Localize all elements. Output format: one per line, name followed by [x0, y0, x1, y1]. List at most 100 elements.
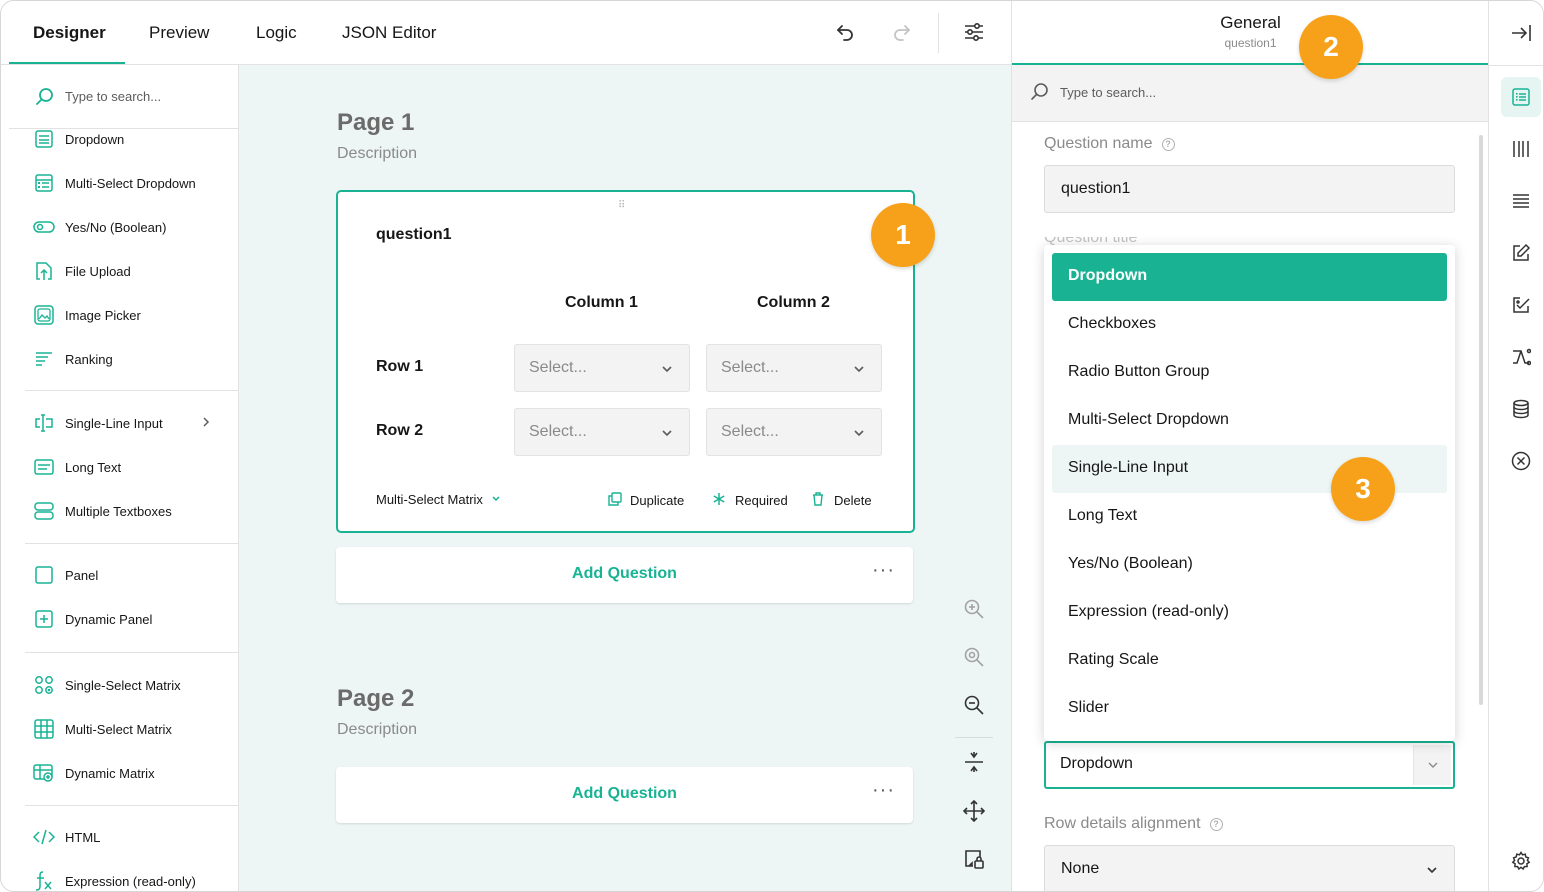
- page-1-description[interactable]: Description: [337, 145, 417, 163]
- toolbox-item-ranking[interactable]: Ranking: [25, 337, 225, 381]
- drag-handle-icon[interactable]: ⠿: [618, 200, 626, 211]
- dropdown-option[interactable]: Multi-Select Dropdown: [1052, 397, 1447, 445]
- toolbox-item-dropdown[interactable]: Dropdown: [25, 117, 225, 161]
- toolbox-item-multi-select-dropdown[interactable]: Multi-Select Dropdown: [25, 161, 225, 205]
- chevron-right-icon[interactable]: [201, 415, 211, 434]
- active-tab-indicator: [9, 62, 125, 64]
- question-type-selector[interactable]: Multi-Select Matrix: [376, 492, 501, 507]
- option-label: Rating Scale: [1068, 651, 1159, 668]
- page-2-description[interactable]: Description: [337, 721, 417, 739]
- toolbox-item-single-line-input[interactable]: Single-Line Input: [25, 401, 225, 445]
- property-search-placeholder: Type to search...: [1060, 85, 1157, 100]
- gear-icon[interactable]: [1501, 841, 1541, 881]
- cell-type-select[interactable]: Dropdown: [1044, 741, 1455, 789]
- delete-button[interactable]: Delete: [812, 492, 872, 509]
- input-value: question1: [1061, 180, 1131, 197]
- tab-preview[interactable]: Preview: [149, 1, 209, 65]
- dropdown-option[interactable]: Checkboxes: [1052, 301, 1447, 349]
- toolbox-item-dynamic-panel[interactable]: Dynamic Panel: [25, 597, 225, 641]
- clear-close-icon[interactable]: [1501, 441, 1541, 481]
- collapse-panel-icon[interactable]: [1501, 13, 1541, 53]
- scrollbar[interactable]: [1479, 135, 1483, 705]
- select-placeholder: Select...: [529, 423, 587, 440]
- property-search[interactable]: Type to search...: [1012, 65, 1488, 122]
- matrix-row-header: Row 2: [376, 422, 424, 439]
- toolbox-item-multi-select-matrix[interactable]: Multi-Select Matrix: [25, 707, 225, 751]
- tab-json-editor[interactable]: JSON Editor: [342, 1, 436, 65]
- matrix-cell-select[interactable]: Select...: [514, 408, 690, 456]
- add-question-button[interactable]: Add Question ···: [336, 767, 913, 823]
- question-name-input[interactable]: question1: [1044, 165, 1455, 213]
- duplicate-button[interactable]: Duplicate: [608, 492, 684, 509]
- general-category-icon[interactable]: [1501, 77, 1541, 117]
- toolbox-item-dynamic-matrix[interactable]: Dynamic Matrix: [25, 751, 225, 795]
- toolbox-item-single-select-matrix[interactable]: Single-Select Matrix: [25, 663, 225, 707]
- expand-all-icon[interactable]: [961, 798, 987, 824]
- more-options-icon[interactable]: ···: [872, 559, 895, 582]
- zoom-to-100-icon[interactable]: [961, 644, 987, 670]
- toolbox-item-multiple-textboxes[interactable]: Multiple Textboxes: [25, 489, 225, 533]
- columns-category-icon[interactable]: [1501, 129, 1541, 169]
- toolbox-item-file-upload[interactable]: File Upload: [25, 249, 225, 293]
- design-canvas: Page 1 Description ⠿ question1 Column 1 …: [239, 65, 1011, 891]
- logic-category-icon[interactable]: [1501, 337, 1541, 377]
- toolbox-item-label: Yes/No (Boolean): [65, 219, 167, 235]
- validation-category-icon[interactable]: [1501, 285, 1541, 325]
- sidebar-divider: [1489, 65, 1543, 66]
- data-category-icon[interactable]: [1501, 389, 1541, 429]
- edit-category-icon[interactable]: [1501, 233, 1541, 273]
- dropdown-option[interactable]: Expression (read-only): [1052, 589, 1447, 637]
- toolbox-item-html[interactable]: HTML: [25, 815, 225, 859]
- zoom-out-icon[interactable]: [961, 692, 987, 718]
- matrix-cell-select[interactable]: Select...: [706, 344, 882, 392]
- dynamic-matrix-icon: [33, 762, 55, 784]
- page-2-title[interactable]: Page 2: [337, 685, 414, 713]
- toolbox-divider: [25, 652, 238, 653]
- matrix-cell-select[interactable]: Select...: [514, 344, 690, 392]
- dropdown-option[interactable]: Radio Button Group: [1052, 349, 1447, 397]
- select-placeholder: Select...: [721, 423, 779, 440]
- add-question-button[interactable]: Add Question ···: [336, 547, 913, 603]
- option-label: Yes/No (Boolean): [1068, 555, 1193, 572]
- settings-sliders-icon[interactable]: [961, 19, 987, 45]
- matrix-cell-select[interactable]: Select...: [706, 408, 882, 456]
- single-select-matrix-icon: [33, 674, 55, 696]
- add-question-label: Add Question: [572, 565, 677, 582]
- undo-icon[interactable]: [832, 19, 858, 45]
- more-options-icon[interactable]: ···: [872, 779, 895, 802]
- toolbox-item-label: Dynamic Matrix: [65, 765, 155, 781]
- rows-category-icon[interactable]: [1501, 181, 1541, 221]
- select-value: None: [1061, 860, 1100, 877]
- long-text-icon: [33, 456, 55, 478]
- help-icon[interactable]: ?: [1209, 817, 1223, 831]
- tab-logic[interactable]: Logic: [256, 1, 297, 65]
- annotation-badge: 3: [1331, 457, 1395, 521]
- redo-icon[interactable]: [889, 19, 915, 45]
- text-cursor-icon: [33, 412, 55, 434]
- lock-layout-icon[interactable]: [961, 846, 987, 872]
- row-details-alignment-select[interactable]: None: [1044, 845, 1455, 891]
- chevron-down-icon[interactable]: [1413, 745, 1451, 785]
- collapse-all-icon[interactable]: [961, 749, 987, 775]
- required-button[interactable]: Required: [712, 492, 788, 509]
- toolbox-item-panel[interactable]: Panel: [25, 553, 225, 597]
- zoom-in-icon[interactable]: [961, 596, 987, 622]
- tab-designer[interactable]: Designer: [33, 1, 106, 65]
- toolbox-item-expression[interactable]: Expression (read-only): [25, 859, 225, 891]
- chevron-down-icon: [661, 426, 673, 444]
- toolbox-item-image-picker[interactable]: Image Picker: [25, 293, 225, 337]
- toolbox-item-long-text[interactable]: Long Text: [25, 445, 225, 489]
- toolbox-item-boolean[interactable]: Yes/No (Boolean): [25, 205, 225, 249]
- code-icon: [33, 826, 55, 848]
- dropdown-option[interactable]: Dropdown: [1052, 253, 1447, 301]
- dropdown-option[interactable]: Rating Scale: [1052, 637, 1447, 685]
- asterisk-icon: [712, 492, 726, 509]
- property-grid-header[interactable]: General question1: [1012, 1, 1488, 65]
- label-text: Question name: [1044, 135, 1153, 152]
- dropdown-option[interactable]: Yes/No (Boolean): [1052, 541, 1447, 589]
- question-title[interactable]: question1: [376, 226, 452, 244]
- question-card[interactable]: ⠿ question1 Column 1 Column 2 Row 1 Row …: [336, 190, 915, 533]
- help-icon[interactable]: ?: [1161, 137, 1175, 151]
- page-1-title[interactable]: Page 1: [337, 109, 414, 137]
- dropdown-option[interactable]: Slider: [1052, 685, 1447, 733]
